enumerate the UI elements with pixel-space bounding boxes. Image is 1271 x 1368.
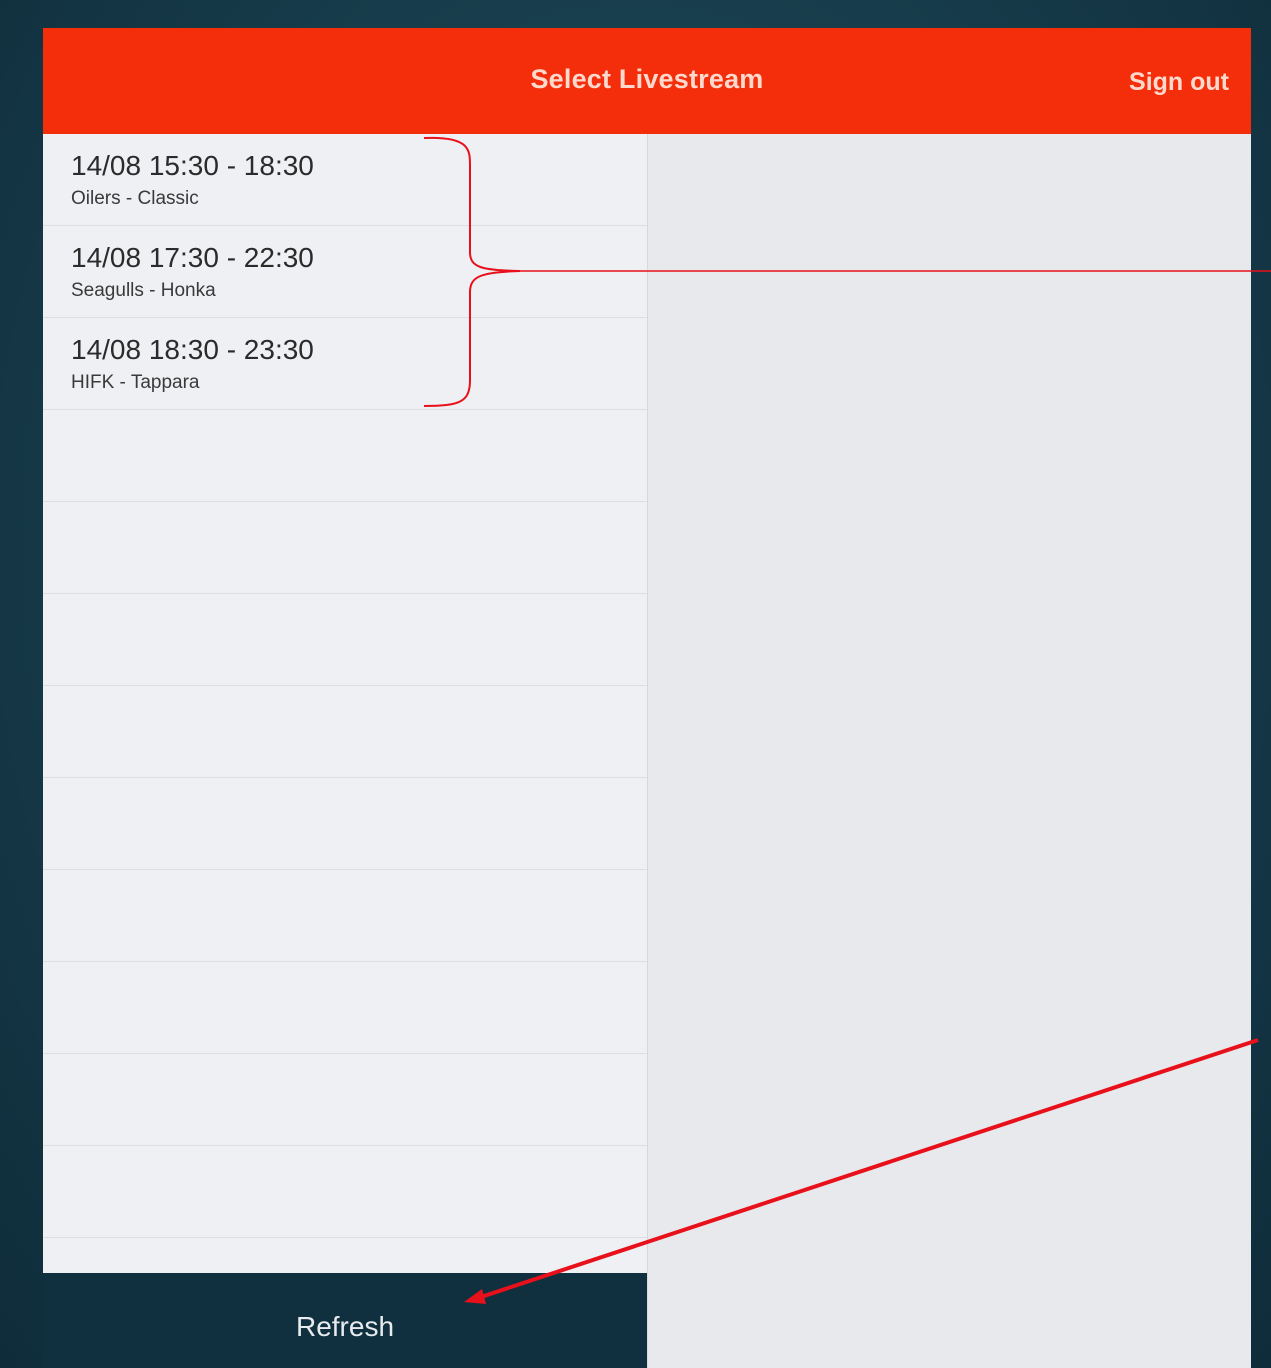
livestream-teams: Oilers - Classic bbox=[71, 188, 199, 209]
empty-row bbox=[43, 1146, 647, 1238]
livestream-teams: Seagulls - Honka bbox=[71, 280, 216, 301]
livestream-time: 14/08 17:30 - 22:30 bbox=[71, 242, 314, 273]
livestream-row[interactable]: 14/08 15:30 - 18:30 Oilers - Classic bbox=[43, 134, 647, 226]
empty-row bbox=[43, 594, 647, 686]
livestream-row[interactable]: 14/08 17:30 - 22:30 Seagulls - Honka bbox=[43, 226, 647, 318]
livestream-teams: HIFK - Tappara bbox=[71, 372, 200, 393]
device-screen: Select Livestream Sign out 14/08 15:30 -… bbox=[43, 28, 1251, 1368]
empty-row bbox=[43, 962, 647, 1054]
livestream-time: 14/08 18:30 - 23:30 bbox=[71, 334, 314, 365]
navigation-bar: Select Livestream Sign out bbox=[43, 28, 1251, 134]
livestream-row[interactable]: 14/08 18:30 - 23:30 HIFK - Tappara bbox=[43, 318, 647, 410]
livestream-list: 14/08 15:30 - 18:30 Oilers - Classic 14/… bbox=[43, 134, 647, 1273]
empty-row bbox=[43, 686, 647, 778]
empty-row bbox=[43, 778, 647, 870]
empty-row bbox=[43, 870, 647, 962]
page-title: Select Livestream bbox=[530, 64, 764, 94]
sign-out-button[interactable]: Sign out bbox=[1129, 68, 1229, 97]
empty-row bbox=[43, 1054, 647, 1146]
empty-row bbox=[43, 410, 647, 502]
refresh-button[interactable]: Refresh bbox=[43, 1311, 647, 1343]
detail-pane bbox=[647, 134, 1251, 1368]
empty-row bbox=[43, 502, 647, 594]
footer-toolbar: Refresh bbox=[43, 1273, 647, 1368]
empty-row bbox=[43, 1238, 647, 1273]
livestream-time: 14/08 15:30 - 18:30 bbox=[71, 150, 314, 181]
